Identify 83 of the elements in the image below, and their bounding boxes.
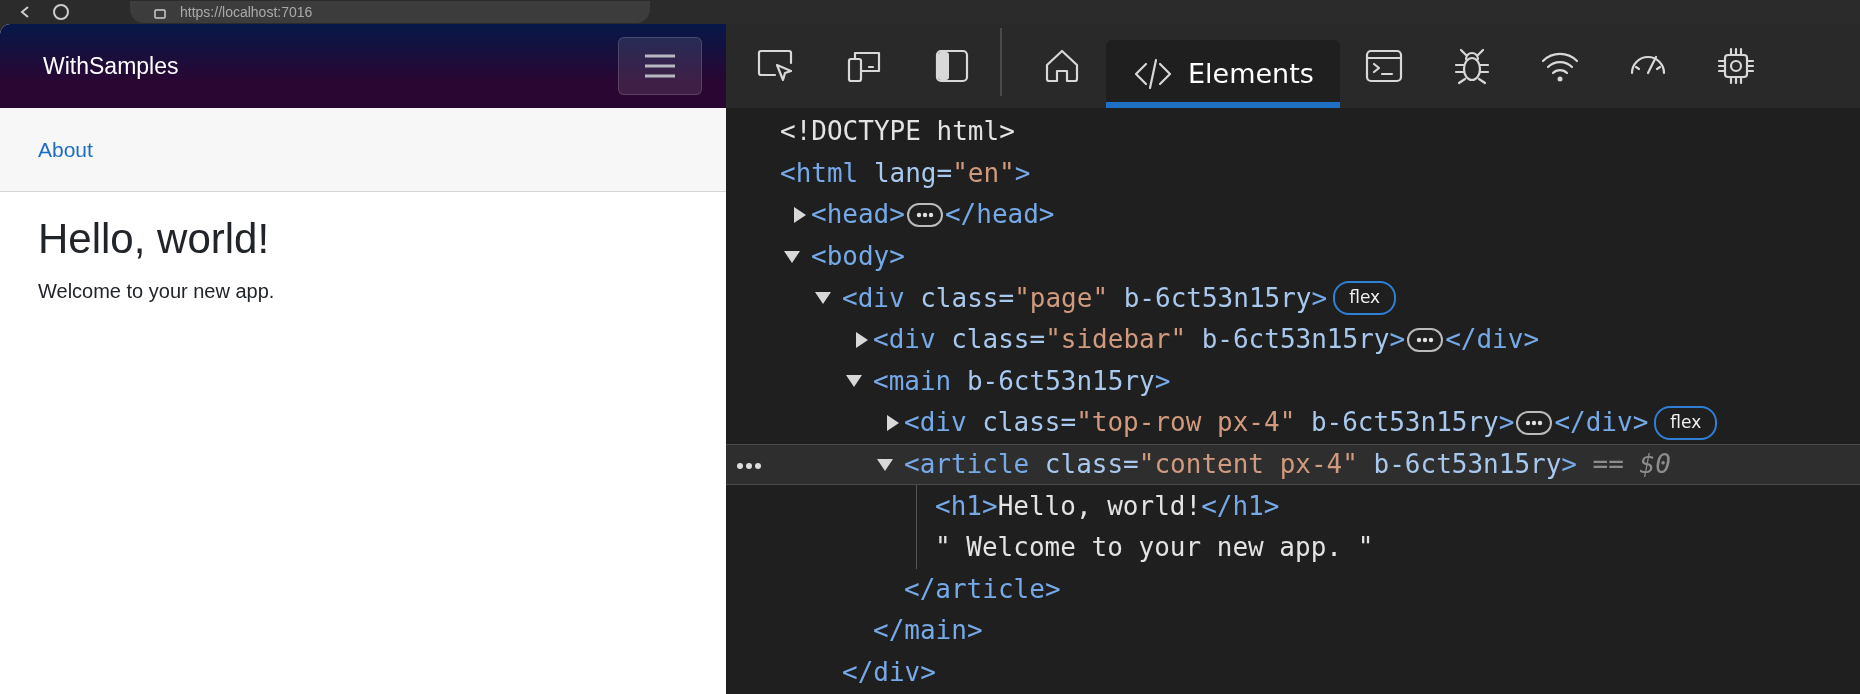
tag-text: > [1014,156,1031,190]
tag-text: <h1> [935,489,998,523]
attribute-value: "en" [952,156,1015,190]
tag-text: <main [873,364,952,398]
equals-sign: = [1029,323,1046,357]
tree-row[interactable]: <main b-6ct53n15ry> [726,360,1860,403]
refresh-icon[interactable] [52,3,70,21]
dots-icon [1524,419,1545,426]
tree-row[interactable]: <head> </head> [726,194,1860,236]
tree-row[interactable]: " Welcome to your new app. " [726,526,1860,569]
collapsed-triangle-icon[interactable] [886,413,900,432]
address-bar[interactable]: https://localhost:7016 [130,1,650,23]
collapsed-content-button[interactable] [1516,410,1553,435]
node-text: <!DOCTYPE html> [780,115,1015,149]
expanded-triangle-icon[interactable] [876,457,894,472]
tag-text: </h1> [1201,489,1280,523]
collapsed-content-button[interactable] [1407,327,1444,352]
elements-tab[interactable]: Elements [1106,40,1340,108]
page-heading: Hello, world! [38,214,271,264]
tag-text: </article> [904,572,1061,606]
tag-text: > [1311,281,1328,315]
more-options-icon[interactable] [736,461,762,470]
expanded-triangle-icon[interactable] [845,374,863,389]
attribute-text: class [920,281,999,315]
tag-text: > [1389,323,1406,357]
tree-row[interactable]: <article class="content px-4" b-6ct53n15ry> == $0 [726,443,1860,486]
equals-sign: = [936,156,953,190]
welcome-text: Welcome to your new app. [38,279,276,305]
tag-text: <head> [811,198,905,232]
expanded-triangle-icon[interactable] [814,291,832,306]
expanded-triangle-icon[interactable] [783,249,801,264]
tag-text: </div> [1445,323,1540,357]
attribute-text: class [1044,448,1124,482]
equals-sign: = [998,281,1015,315]
attribute-value: "content px-4" [1138,448,1358,482]
tag-text: <div [873,323,936,357]
tag-text: <body> [811,240,905,274]
tag-text: </div> [1554,406,1649,440]
menu-icon [643,53,677,79]
attribute-value: "page" [1014,281,1109,315]
tag-text: > [1498,406,1515,440]
tree-row[interactable]: <h1>Hello, world!</h1> [726,485,1860,527]
collapsed-content-button[interactable] [906,203,943,227]
tag-text: </head> [944,198,1055,232]
tree-row[interactable]: <div class="page" b-6ct53n15ry> flex [726,277,1860,319]
flex-badge[interactable]: flex [1333,281,1397,315]
tree-row[interactable]: <body> [726,235,1860,278]
tag-text: <html [780,156,859,190]
tag-text: <article [904,448,1030,482]
attribute-text: b-6ct53n15ry [1201,323,1390,357]
tree-row[interactable]: <div class="top-row px-4" b-6ct53n15ry> </div> flex [726,402,1860,444]
attribute-value: "top-row px-4" [1076,406,1296,440]
equals-sign: = [1123,448,1139,482]
tag-text: <div [904,406,967,440]
node-text: Hello, world! [997,489,1202,523]
tag-text: > [1561,448,1577,482]
attribute-text: class [982,406,1061,440]
attribute-text: b-6ct53n15ry [1373,448,1562,482]
collapsed-triangle-icon[interactable] [855,330,869,349]
attribute-text: class [951,323,1030,357]
brand-title[interactable]: WithSamples [43,48,179,84]
node-text: " Welcome to your new app. " [935,531,1374,565]
tree-row[interactable]: <div class="sidebar" b-6ct53n15ry> </div> [726,318,1860,361]
equals-sign: = [1060,406,1077,440]
tag-text: </main> [873,614,983,648]
attribute-text: b-6ct53n15ry [966,364,1155,398]
tree-row[interactable]: <!DOCTYPE html> [726,111,1860,153]
flex-badge[interactable]: flex [1654,406,1718,440]
tag-text: > [1154,364,1171,398]
attribute-text: b-6ct53n15ry [1123,281,1312,315]
url-text: https://localhost:7016 [180,2,313,22]
dots-icon [1415,336,1436,343]
attribute-value: "sidebar" [1045,323,1187,357]
tree-row[interactable]: <html lang="en"> [726,152,1860,195]
attribute-text: lang [873,156,937,190]
menu-toggle-button[interactable] [618,37,702,95]
dots-icon [914,212,935,218]
about-link[interactable]: About [38,133,93,166]
attribute-text: b-6ct53n15ry [1310,406,1499,440]
selected-reference: == $0 [1592,448,1671,482]
collapsed-triangle-icon[interactable] [793,206,807,224]
tag-text: </div> [842,656,936,689]
tag-text: <div [842,281,905,315]
